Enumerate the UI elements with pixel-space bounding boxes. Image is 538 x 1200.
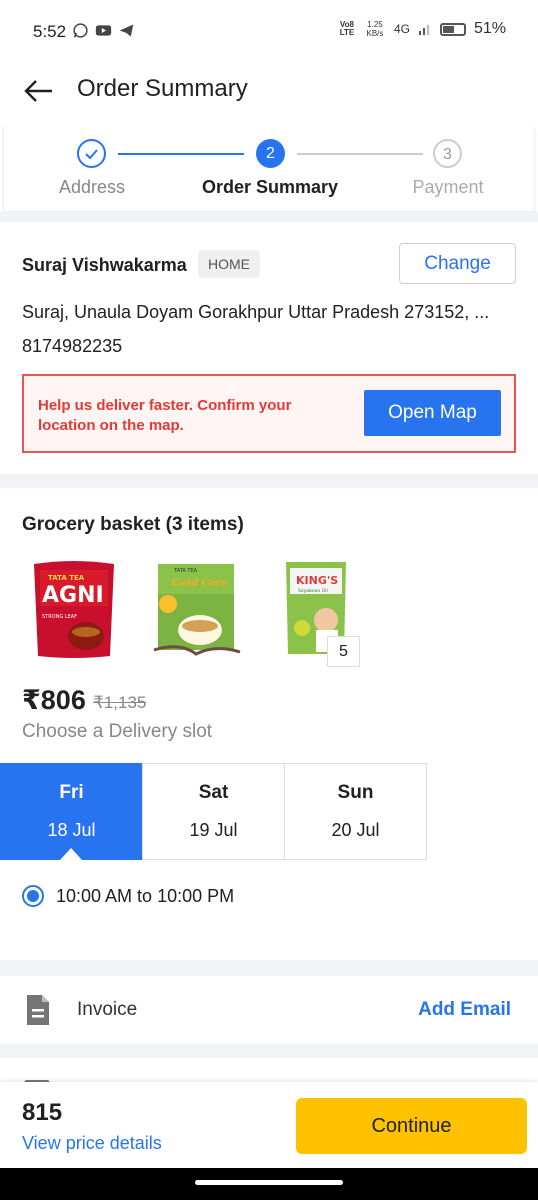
- confirm-location-banner: Help us deliver faster. Confirm your loc…: [22, 374, 516, 453]
- order-total: 815: [22, 1099, 63, 1126]
- step-connector: [118, 153, 244, 155]
- product-image-gold-care[interactable]: TATA TEA Gold Care: [150, 558, 242, 660]
- invoice-label: Invoice: [77, 999, 138, 1020]
- telegram-icon: [119, 24, 134, 37]
- customer-name: Suraj Vishwakarma: [22, 255, 187, 275]
- invoice-row: Invoice Add Email: [0, 976, 538, 1044]
- product-variant-text: STRONG LEAF: [42, 614, 77, 620]
- section-divider: [0, 212, 538, 222]
- address-type-badge: HOME: [198, 250, 260, 278]
- battery-percent: 51%: [473, 20, 506, 37]
- basket-title: Grocery basket (3 items): [22, 514, 244, 535]
- continue-button[interactable]: Continue: [296, 1098, 527, 1154]
- change-address-button[interactable]: Change: [399, 243, 516, 284]
- battery-icon: [439, 22, 466, 36]
- back-arrow-icon[interactable]: [22, 74, 56, 108]
- more-items-count[interactable]: 5: [327, 636, 360, 667]
- product-maker-text: TATA TEA: [173, 568, 198, 574]
- slot-day-date: 18 Jul: [47, 820, 96, 840]
- selected-day-pointer: [60, 848, 82, 860]
- product-brand-text: KING'S: [296, 574, 338, 587]
- product-brand-text: Gold Care: [172, 578, 228, 589]
- slot-time-label[interactable]: 10:00 AM to 10:00 PM: [56, 886, 234, 907]
- volte-indicator: Vo8 LTE: [339, 20, 355, 37]
- add-email-link[interactable]: Add Email: [418, 999, 511, 1021]
- slot-day-name: Fri: [59, 782, 84, 803]
- step-3-number: 3: [433, 139, 462, 168]
- system-status: Vo8 LTE 1.25 KB/s 4G 51%: [338, 20, 506, 38]
- section-divider: [0, 474, 538, 488]
- grocery-basket-section: Grocery basket (3 items) TATA TEA AGNI S…: [0, 488, 538, 960]
- slot-day-name: Sat: [198, 782, 229, 803]
- home-gesture-handle[interactable]: [195, 1180, 343, 1185]
- step-1-check-icon[interactable]: [77, 139, 106, 168]
- step-label-payment: Payment: [412, 177, 484, 197]
- product-brand-text: AGNI: [42, 583, 104, 608]
- product-variant-text: Soyabean Oil: [298, 588, 328, 594]
- youtube-icon: [95, 25, 112, 36]
- view-price-details-link[interactable]: View price details: [22, 1133, 162, 1154]
- map-prompt-text: Help us deliver faster. Confirm your loc…: [38, 397, 292, 434]
- notification-icons: [72, 22, 135, 39]
- product-maker-text: TATA TEA: [48, 574, 85, 582]
- phone-number: 8174982235: [22, 336, 123, 356]
- whatsapp-icon: [73, 23, 88, 38]
- section-divider: [0, 1044, 538, 1058]
- step-connector: [297, 153, 423, 155]
- checkout-stepper: 2 3 Address Order Summary Payment: [3, 126, 535, 212]
- status-time: 5:52: [33, 22, 67, 41]
- step-2-number: 2: [256, 139, 285, 168]
- product-image-agni[interactable]: TATA TEA AGNI STRONG LEAF: [28, 558, 120, 660]
- open-map-button[interactable]: Open Map: [364, 390, 501, 436]
- slot-day-name: Sun: [337, 782, 374, 803]
- step-label-order-summary: Order Summary: [201, 177, 339, 197]
- app-header: Order Summary: [0, 62, 538, 122]
- checkout-footer: 815 View price details Continue: [0, 1082, 538, 1168]
- network-speed: 1.25 KB/s: [366, 20, 384, 38]
- basket-mrp: ₹1,135: [93, 693, 147, 712]
- signal-icon: [418, 25, 429, 35]
- step-label-address[interactable]: Address: [2, 177, 182, 198]
- slot-time-radio[interactable]: [22, 885, 44, 907]
- page-title: Order Summary: [77, 75, 248, 102]
- slot-day-fri[interactable]: Fri 18 Jul: [0, 763, 143, 860]
- slot-day-date: 19 Jul: [189, 820, 238, 840]
- network-type: 4G: [393, 22, 410, 36]
- basket-price: ₹806: [22, 685, 86, 715]
- document-icon: [27, 995, 49, 1025]
- status-bar: 5:52 Vo8 LTE 1.25 KB/s 4G 51%: [0, 0, 538, 62]
- address-text: Suraj, Unaula Doyam Gorakhpur Uttar Prad…: [22, 302, 490, 322]
- slot-day-sat[interactable]: Sat 19 Jul: [142, 763, 285, 860]
- delivery-slot-heading: Choose a Delivery slot: [22, 721, 213, 742]
- slot-day-sun[interactable]: Sun 20 Jul: [284, 763, 427, 860]
- delivery-address-card: Suraj Vishwakarma HOME Change Suraj, Una…: [0, 222, 538, 474]
- system-navigation-bar: [0, 1168, 538, 1200]
- slot-day-date: 20 Jul: [331, 820, 380, 840]
- section-divider: [0, 960, 538, 976]
